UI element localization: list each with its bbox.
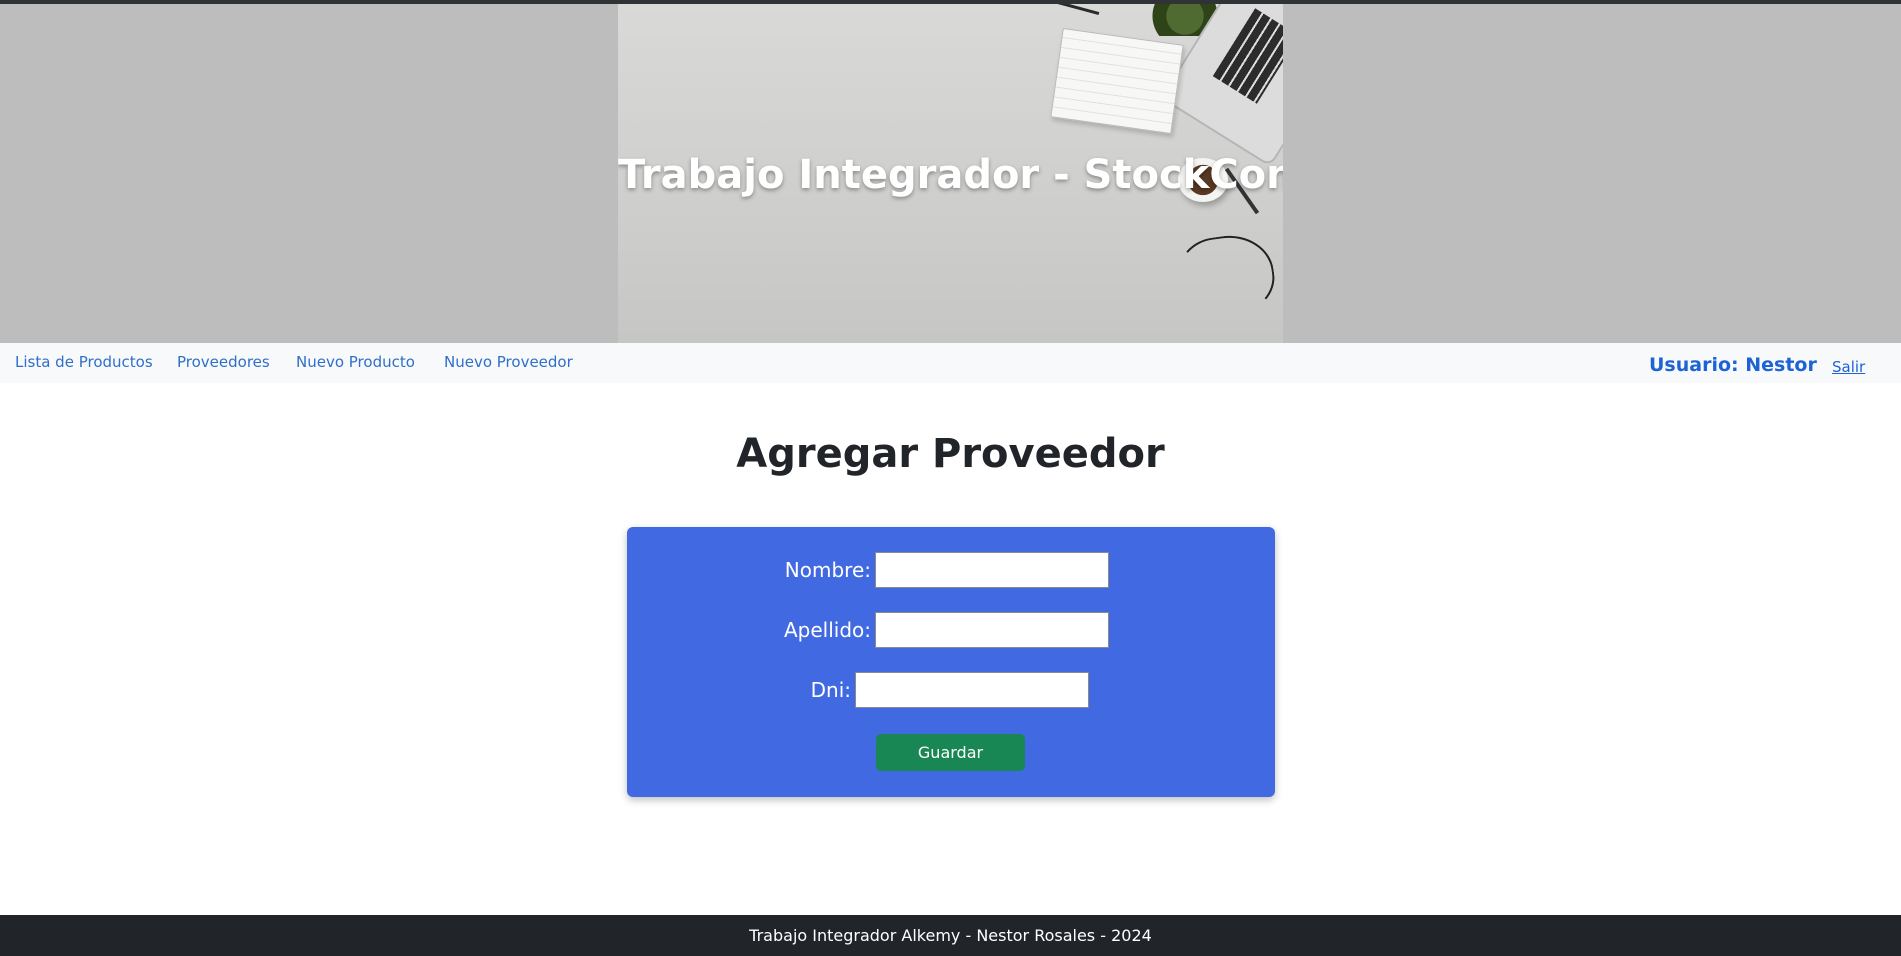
current-user-label: Usuario: Nestor (1649, 354, 1817, 376)
page-title: Agregar Proveedor (736, 431, 1165, 477)
apellido-input[interactable] (875, 612, 1109, 648)
dni-label: Dni: (810, 678, 851, 702)
form-row-nombre: Nombre: (627, 552, 1275, 588)
nav-link-new-supplier[interactable]: Nuevo Proveedor (444, 353, 573, 371)
page-footer: Trabajo Integrador Alkemy - Nestor Rosal… (0, 915, 1901, 956)
form-row-apellido: Apellido: (627, 612, 1275, 648)
nombre-input[interactable] (875, 552, 1109, 588)
nav-link-product-list[interactable]: Lista de Productos (15, 353, 153, 371)
site-title: Trabajo Integrador - StockControl (618, 152, 1283, 198)
add-supplier-form: Nombre: Apellido: Dni: Guardar (627, 527, 1275, 797)
page-header: Trabajo Integrador - StockControl (0, 4, 1901, 343)
dni-input[interactable] (855, 672, 1089, 708)
glasses-decoration (1174, 229, 1280, 323)
hero-banner: Trabajo Integrador - StockControl (618, 4, 1283, 343)
footer-text: Trabajo Integrador Alkemy - Nestor Rosal… (749, 926, 1152, 945)
notebook-decoration (1050, 27, 1184, 135)
nav-link-suppliers[interactable]: Proveedores (177, 353, 270, 371)
main-navbar: Lista de Productos Proveedores Nuevo Pro… (0, 343, 1901, 383)
nav-link-new-product[interactable]: Nuevo Producto (296, 353, 415, 371)
pens-decoration (1036, 4, 1100, 30)
logout-link[interactable]: Salir (1832, 358, 1865, 376)
form-row-dni: Dni: (627, 672, 1275, 708)
apellido-label: Apellido: (783, 618, 871, 642)
save-button[interactable]: Guardar (876, 734, 1025, 771)
nombre-label: Nombre: (784, 558, 871, 582)
